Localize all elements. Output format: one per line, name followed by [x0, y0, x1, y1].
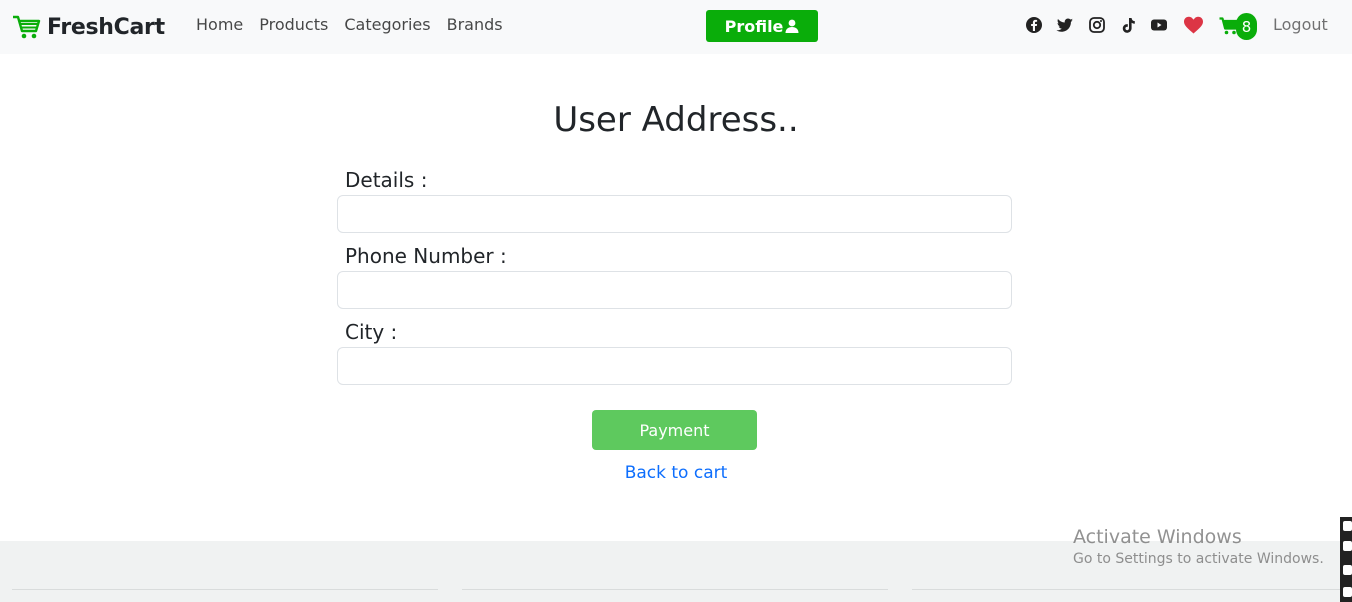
footer-divider: [912, 589, 1340, 590]
toolbar-button-icon[interactable]: [1343, 541, 1352, 551]
city-input[interactable]: [337, 347, 1012, 385]
profile-button[interactable]: Profile: [706, 10, 818, 42]
nav-brands[interactable]: Brands: [447, 15, 503, 34]
toolbar-button-icon[interactable]: [1343, 521, 1352, 531]
instagram-icon[interactable]: [1088, 16, 1106, 34]
brand-logo[interactable]: FreshCart: [12, 12, 165, 42]
details-input[interactable]: [337, 195, 1012, 233]
cart-count-badge: 8: [1236, 13, 1257, 40]
toolbar-button-icon[interactable]: [1343, 587, 1352, 597]
toolbar-button-icon[interactable]: [1343, 565, 1352, 575]
activate-windows-subtitle: Go to Settings to activate Windows.: [1073, 551, 1324, 567]
phone-label: Phone Number :: [345, 244, 507, 268]
tiktok-icon[interactable]: [1119, 16, 1137, 34]
footer-divider: [12, 589, 438, 590]
facebook-icon[interactable]: [1025, 16, 1043, 34]
back-to-cart-link[interactable]: Back to cart: [0, 463, 1352, 483]
nav-categories[interactable]: Categories: [344, 15, 430, 34]
nav-home[interactable]: Home: [196, 15, 243, 34]
details-label: Details :: [345, 168, 428, 192]
twitter-icon[interactable]: [1056, 16, 1074, 34]
footer-divider: [462, 589, 888, 590]
shopping-cart-logo-icon: [12, 14, 41, 40]
wishlist-heart-icon[interactable]: [1183, 15, 1204, 35]
page-title: User Address..: [553, 100, 799, 140]
youtube-icon[interactable]: [1150, 16, 1168, 34]
navbar: FreshCart Home Products Categories Brand…: [0, 0, 1352, 54]
phone-input[interactable]: [337, 271, 1012, 309]
user-icon: [785, 19, 799, 33]
logout-link[interactable]: Logout: [1273, 15, 1328, 34]
nav-products[interactable]: Products: [259, 15, 328, 34]
floating-toolbar-widget[interactable]: [1340, 517, 1352, 602]
activate-windows-title: Activate Windows: [1073, 526, 1242, 548]
main-nav: Home Products Categories Brands: [196, 15, 503, 34]
social-links: [1025, 16, 1181, 34]
city-label: City :: [345, 320, 398, 344]
brand-name: FreshCart: [47, 14, 165, 40]
payment-button[interactable]: Payment: [592, 410, 757, 450]
profile-label: Profile: [724, 16, 784, 36]
